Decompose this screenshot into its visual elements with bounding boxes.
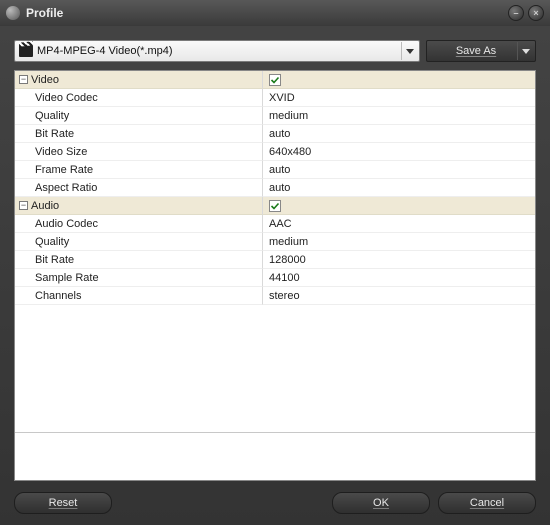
- property-row[interactable]: Sample Rate 44100: [15, 269, 535, 287]
- property-row[interactable]: Video Size 640x480: [15, 143, 535, 161]
- group-label: Audio: [31, 200, 59, 212]
- save-as-label: Save As: [435, 45, 517, 57]
- profile-dropdown[interactable]: MP4-MPEG-4 Video(*.mp4): [14, 40, 420, 62]
- save-as-button[interactable]: Save As: [426, 40, 536, 62]
- property-key: Audio Codec: [35, 218, 98, 230]
- profile-dialog: Profile – × MP4-MPEG-4 Video(*.mp4) Save…: [0, 0, 550, 525]
- property-value: auto: [269, 164, 290, 176]
- property-key: Frame Rate: [35, 164, 93, 176]
- property-value: stereo: [269, 290, 300, 302]
- titlebar[interactable]: Profile – ×: [0, 0, 550, 26]
- app-icon: [6, 6, 20, 20]
- property-row[interactable]: Quality medium: [15, 233, 535, 251]
- group-checkbox[interactable]: [269, 74, 281, 86]
- property-value: auto: [269, 128, 290, 140]
- group-row-audio[interactable]: −Audio: [15, 197, 535, 215]
- property-key: Bit Rate: [35, 254, 74, 266]
- property-key: Quality: [35, 236, 69, 248]
- property-row[interactable]: Bit Rate auto: [15, 125, 535, 143]
- property-row[interactable]: Video Codec XVID: [15, 89, 535, 107]
- clapboard-icon: [19, 45, 33, 57]
- group-row-video[interactable]: −Video: [15, 71, 535, 89]
- close-button[interactable]: ×: [528, 5, 544, 21]
- property-value: 44100: [269, 272, 300, 284]
- group-label: Video: [31, 74, 59, 86]
- description-panel: [15, 432, 535, 480]
- property-value: medium: [269, 236, 308, 248]
- property-value: XVID: [269, 92, 295, 104]
- property-row[interactable]: Frame Rate auto: [15, 161, 535, 179]
- property-key: Sample Rate: [35, 272, 99, 284]
- property-key: Video Size: [35, 146, 87, 158]
- property-value: AAC: [269, 218, 292, 230]
- property-grid: −VideoVideo CodecXVIDQualitymediumBit Ra…: [14, 70, 536, 481]
- chevron-down-icon: [517, 42, 533, 60]
- property-key: Aspect Ratio: [35, 182, 97, 194]
- property-row[interactable]: Audio Codec AAC: [15, 215, 535, 233]
- minimize-button[interactable]: –: [508, 5, 524, 21]
- property-row[interactable]: Bit Rate 128000: [15, 251, 535, 269]
- property-value: 640x480: [269, 146, 311, 158]
- cancel-button[interactable]: Cancel: [438, 492, 536, 514]
- property-key: Bit Rate: [35, 128, 74, 140]
- property-row[interactable]: Channels stereo: [15, 287, 535, 305]
- property-row[interactable]: Aspect Ratio auto: [15, 179, 535, 197]
- chevron-down-icon: [401, 42, 417, 60]
- group-checkbox[interactable]: [269, 200, 281, 212]
- property-value: auto: [269, 182, 290, 194]
- property-value: medium: [269, 110, 308, 122]
- reset-button[interactable]: Reset: [14, 492, 112, 514]
- property-row[interactable]: Quality medium: [15, 107, 535, 125]
- profile-dropdown-label: MP4-MPEG-4 Video(*.mp4): [37, 45, 397, 57]
- property-key: Channels: [35, 290, 81, 302]
- ok-button[interactable]: OK: [332, 492, 430, 514]
- property-key: Quality: [35, 110, 69, 122]
- collapse-icon[interactable]: −: [19, 201, 28, 210]
- property-key: Video Codec: [35, 92, 98, 104]
- property-value: 128000: [269, 254, 306, 266]
- window-title: Profile: [26, 6, 502, 20]
- collapse-icon[interactable]: −: [19, 75, 28, 84]
